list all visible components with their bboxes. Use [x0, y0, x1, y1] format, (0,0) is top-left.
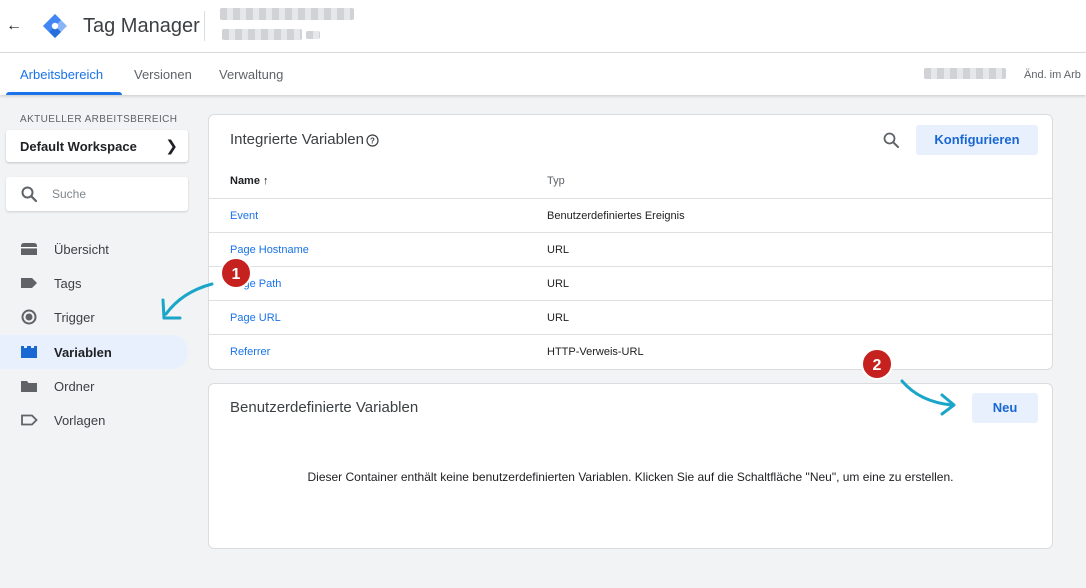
account-name-redacted[interactable]: [220, 8, 354, 20]
variable-type: Benutzerdefiniertes Ereignis: [547, 210, 685, 222]
arrow-back-icon[interactable]: ←: [4, 14, 24, 38]
tab-arbeitsbereich[interactable]: Arbeitsbereich: [20, 67, 103, 82]
table-row: Page Path URL: [209, 266, 1052, 300]
custom-variables-card: Benutzerdefinierte Variablen Neu Dieser …: [208, 383, 1053, 549]
table-row: Event Benutzerdefiniertes Ereignis: [209, 198, 1052, 232]
sidebar-item-label: Variablen: [54, 345, 112, 360]
new-variable-button[interactable]: Neu: [972, 393, 1038, 423]
template-icon: [21, 414, 38, 426]
sidebar-item-templates[interactable]: Vorlagen: [0, 403, 188, 437]
sidebar-item-tags[interactable]: Tags: [0, 266, 188, 300]
chevron-right-icon: ❯: [165, 138, 178, 155]
annotation-badge-2: 2: [861, 348, 893, 380]
variable-type: URL: [547, 312, 570, 324]
svg-text:?: ?: [370, 137, 375, 146]
variable-name-link[interactable]: Referrer: [230, 346, 270, 358]
builtin-variables-title: Integrierte Variablen: [230, 131, 364, 148]
variable-name-link[interactable]: Page Hostname: [230, 244, 309, 256]
tag-manager-logo: [43, 14, 67, 38]
title-divider: [204, 11, 205, 41]
variable-name-link[interactable]: Page URL: [230, 312, 281, 324]
trigger-icon: [21, 309, 37, 325]
sidebar-item-label: Übersicht: [54, 242, 109, 257]
sidebar-item-label: Ordner: [54, 379, 95, 394]
workspace-changes-label: Änd. im Arb: [1024, 69, 1081, 81]
search-icon[interactable]: [882, 131, 900, 149]
workspace-selector[interactable]: Default Workspace ❯: [6, 130, 188, 162]
table-row: Page URL URL: [209, 300, 1052, 334]
table-row: Referrer HTTP-Verweis-URL: [209, 334, 1052, 368]
help-icon[interactable]: ?: [366, 134, 379, 147]
folder-icon: [21, 381, 37, 392]
sidebar-item-trigger[interactable]: Trigger: [0, 300, 188, 334]
annotation-badge-1: 1: [220, 257, 252, 289]
table-row: Page Hostname URL: [209, 232, 1052, 266]
variable-type: URL: [547, 278, 570, 290]
sidebar: AKTUELLER ARBEITSBEREICH Default Workspa…: [0, 95, 200, 588]
sidebar-search: [6, 177, 188, 211]
variable-type: HTTP-Verweis-URL: [547, 346, 644, 358]
variable-type: URL: [547, 244, 570, 256]
sidebar-item-label: Tags: [54, 276, 82, 291]
sidebar-item-label: Trigger: [54, 310, 95, 325]
tab-verwaltung[interactable]: Verwaltung: [219, 67, 283, 82]
column-header-name[interactable]: Name ↑: [230, 175, 269, 187]
container-id-redacted: [306, 31, 320, 39]
tab-versionen[interactable]: Versionen: [134, 67, 192, 82]
overview-icon: [21, 243, 37, 255]
custom-variables-title: Benutzerdefinierte Variablen: [230, 399, 419, 416]
variables-icon: [21, 346, 37, 358]
variable-name-link[interactable]: Event: [230, 210, 258, 222]
tag-icon: [21, 278, 37, 288]
workspace-nav: Arbeitsbereich Versionen Verwaltung Änd.…: [0, 53, 1086, 95]
sidebar-item-variables[interactable]: Variablen: [0, 335, 188, 369]
column-header-type: Typ: [547, 175, 565, 187]
workspace-name: Default Workspace: [20, 139, 137, 154]
app-header: ← Tag Manager: [0, 0, 1086, 53]
search-input[interactable]: [52, 185, 172, 203]
workspace-id-redacted: [924, 68, 1006, 79]
container-name-redacted[interactable]: [222, 29, 302, 40]
sidebar-item-overview[interactable]: Übersicht: [0, 232, 188, 266]
workspace-heading: AKTUELLER ARBEITSBEREICH: [20, 114, 178, 125]
empty-state-message: Dieser Container enthält keine benutzerd…: [307, 470, 954, 484]
sidebar-item-label: Vorlagen: [54, 413, 106, 428]
builtin-variables-card: Integrierte Variablen ? Konfigurieren Na…: [208, 114, 1053, 370]
sidebar-item-folders[interactable]: Ordner: [0, 369, 188, 403]
search-icon: [21, 186, 38, 203]
configure-button[interactable]: Konfigurieren: [916, 125, 1038, 155]
app-title: Tag Manager: [83, 15, 200, 37]
